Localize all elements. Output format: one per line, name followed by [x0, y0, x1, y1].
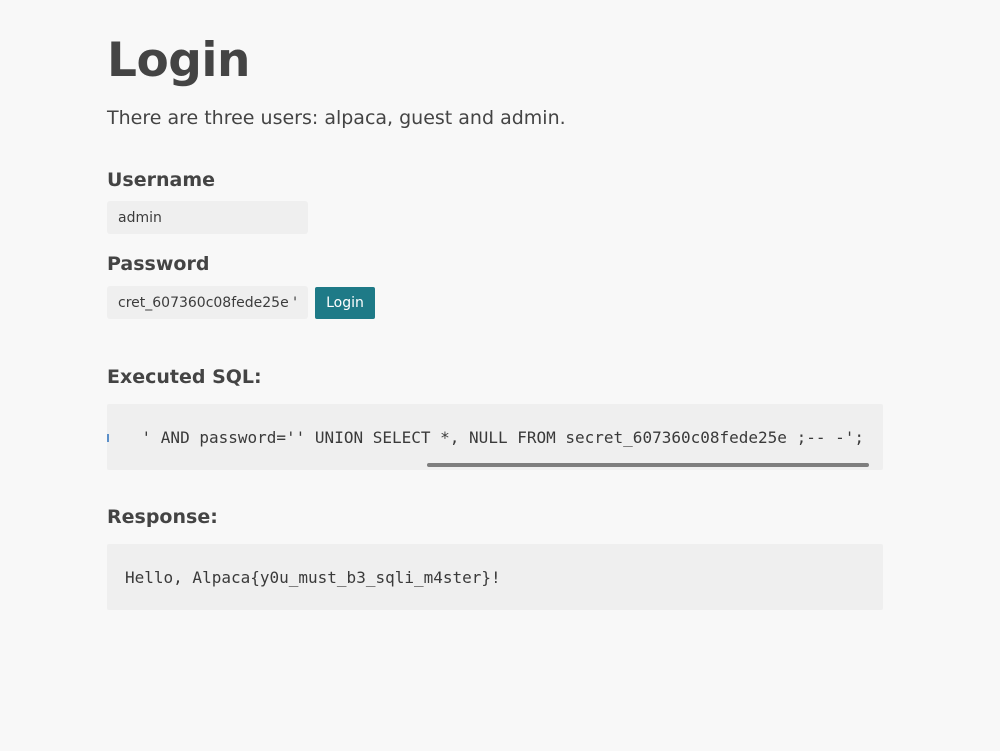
executed-sql-box[interactable]: ' AND password='' UNION SELECT *, NULL F… — [107, 404, 883, 470]
password-input[interactable] — [107, 286, 308, 319]
executed-sql-heading: Executed SQL: — [107, 366, 262, 388]
horizontal-scrollbar-thumb[interactable] — [427, 463, 869, 467]
login-button[interactable]: Login — [315, 287, 375, 319]
username-input[interactable] — [107, 201, 308, 234]
page-description: There are three users: alpaca, guest and… — [107, 107, 566, 129]
username-label: Username — [107, 169, 216, 191]
response-text: Hello, Alpaca{y0u_must_b3_sqli_m4ster}! — [125, 568, 501, 587]
response-box: Hello, Alpaca{y0u_must_b3_sqli_m4ster}! — [107, 544, 883, 610]
response-heading: Response: — [107, 506, 218, 528]
overflow-edge-marker — [107, 434, 109, 442]
password-label: Password — [107, 253, 210, 275]
executed-sql-query: ' AND password='' UNION SELECT *, NULL F… — [141, 428, 864, 447]
page-title: Login — [107, 33, 250, 88]
